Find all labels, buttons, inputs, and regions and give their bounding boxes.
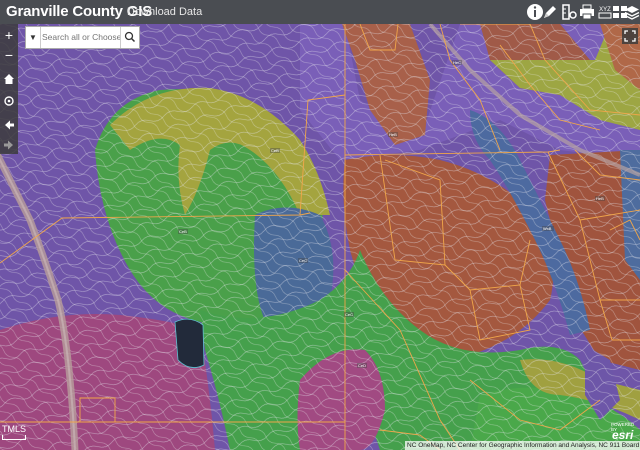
map-toolbar: + − <box>0 24 18 154</box>
svg-text:HeC: HeC <box>453 60 461 65</box>
search-input[interactable] <box>42 29 120 44</box>
print-icon[interactable] <box>577 2 597 22</box>
svg-text:CeC: CeC <box>299 258 307 263</box>
zoom-in-button[interactable]: + <box>1 26 17 44</box>
search-source-dropdown[interactable]: ▼ <box>26 27 41 48</box>
search-button[interactable] <box>120 27 139 48</box>
scale-label: TMLS <box>2 424 27 434</box>
svg-text:HeB: HeB <box>596 196 604 201</box>
locate-icon[interactable] <box>1 92 17 110</box>
svg-text:CeD: CeD <box>358 363 366 368</box>
scale-bar: TMLS <box>2 424 26 440</box>
soil-map-layer: CeB CeB CeC HeB HeC WxB CeC HeB CeD <box>0 24 640 450</box>
svg-text:CeB: CeB <box>179 229 187 234</box>
svg-text:WxB: WxB <box>543 226 552 231</box>
edit-pencil-icon[interactable] <box>540 2 560 22</box>
measure-icon[interactable] <box>559 2 579 22</box>
svg-text:CeC: CeC <box>345 312 353 317</box>
app-header: Granville County GIS Download Data XYZ <box>0 0 640 24</box>
svg-text:HeB: HeB <box>389 132 397 137</box>
esri-logo[interactable]: esri <box>612 428 633 442</box>
map-attribution: NC OneMap, NC Center for Geographic Info… <box>405 441 640 450</box>
download-data-link[interactable]: Download Data <box>127 6 202 18</box>
search-icon <box>124 31 136 43</box>
fullscreen-icon <box>624 30 636 42</box>
home-icon[interactable] <box>1 70 17 88</box>
back-arrow-icon[interactable] <box>1 116 17 134</box>
fullscreen-button[interactable] <box>622 28 638 44</box>
forward-arrow-icon[interactable] <box>1 136 17 154</box>
scale-bar-line <box>2 435 26 440</box>
svg-text:CeB: CeB <box>271 148 279 153</box>
zoom-out-button[interactable]: − <box>1 46 17 64</box>
layers-icon[interactable] <box>624 2 640 22</box>
search-widget: ▼ <box>25 26 140 49</box>
map-view[interactable]: CeB CeB CeC HeB HeC WxB CeC HeB CeD <box>0 24 640 450</box>
